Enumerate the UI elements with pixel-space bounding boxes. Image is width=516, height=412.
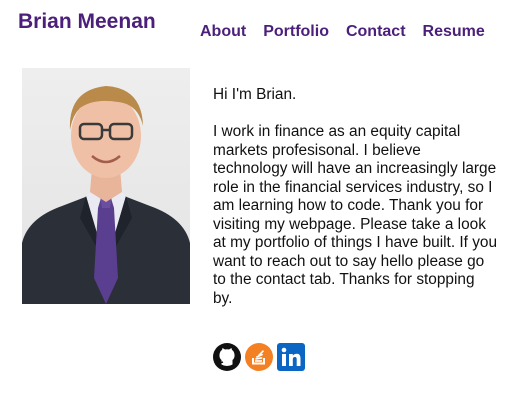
nav-link-portfolio[interactable]: Portfolio — [263, 23, 329, 41]
linkedin-icon[interactable] — [276, 342, 306, 372]
main-nav: About Portfolio Contact Resume — [200, 23, 485, 41]
nav-link-about[interactable]: About — [200, 23, 246, 41]
site-title[interactable]: Brian Meenan — [18, 10, 156, 34]
bio-paragraph: I work in finance as an equity capital m… — [213, 123, 498, 307]
nav-link-resume[interactable]: Resume — [423, 23, 485, 41]
github-icon[interactable] — [212, 342, 242, 372]
social-links — [212, 342, 306, 372]
profile-portrait — [22, 86, 190, 304]
nav-link-contact[interactable]: Contact — [346, 23, 406, 41]
about-text: Hi I'm Brian. I work in finance as an eq… — [213, 86, 498, 308]
profile-photo — [22, 68, 190, 304]
stackoverflow-icon[interactable] — [244, 342, 274, 372]
greeting-text: Hi I'm Brian. — [213, 86, 297, 103]
